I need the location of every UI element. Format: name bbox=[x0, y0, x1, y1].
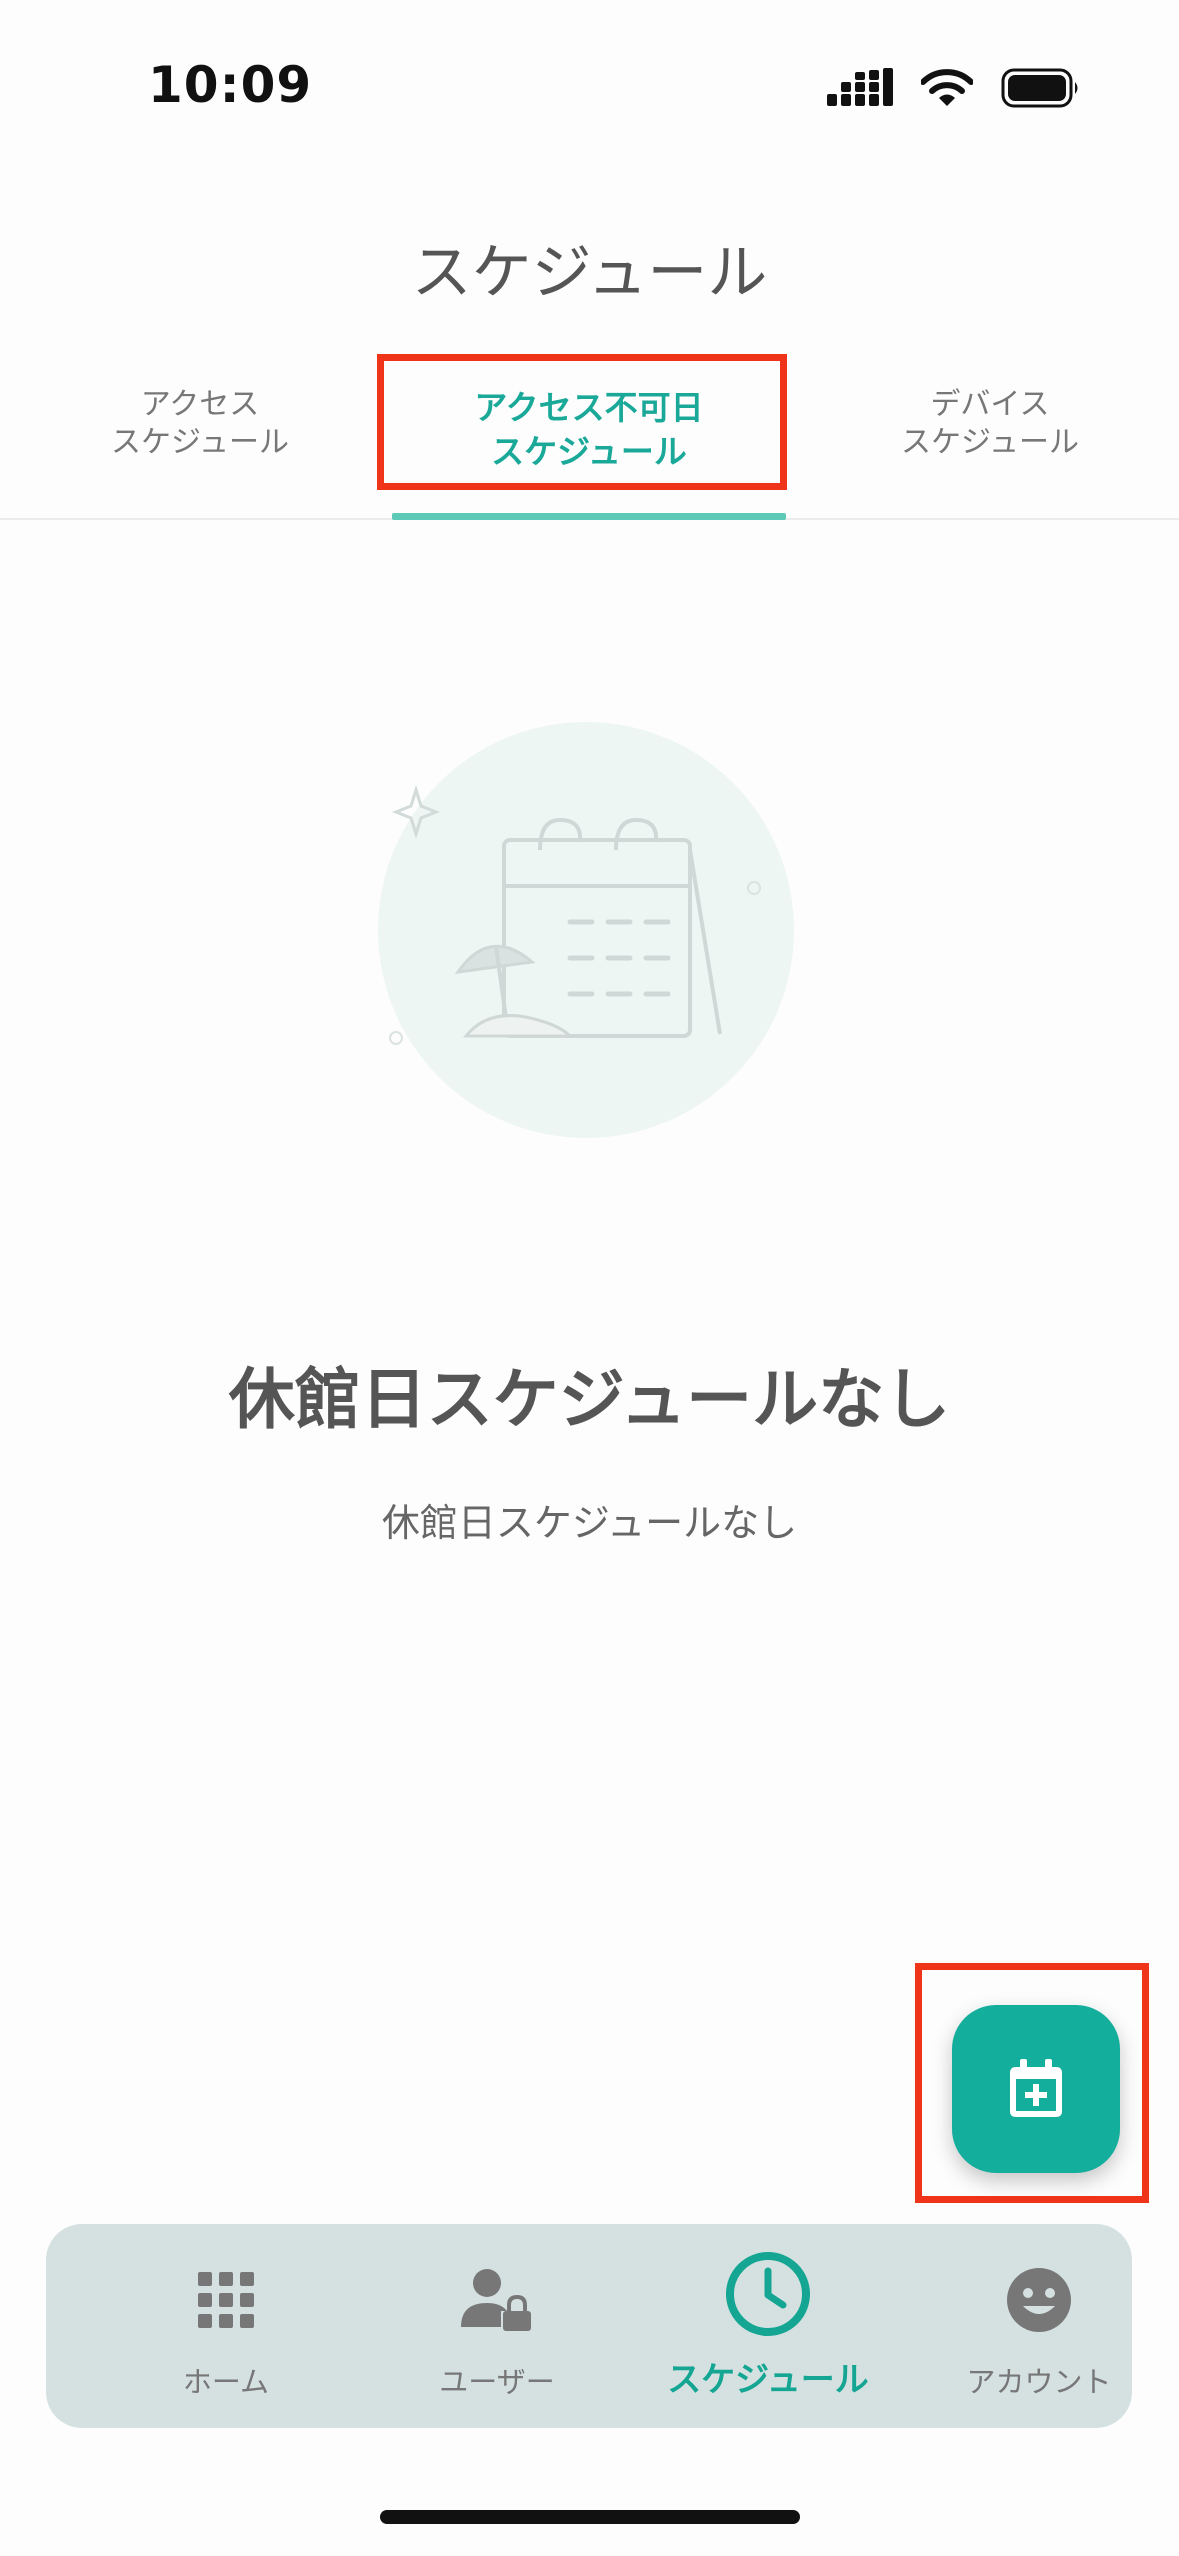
tab-label-line2: スケジュール bbox=[901, 425, 1079, 460]
nav-label-users: ユーザー bbox=[439, 2365, 555, 2399]
nav-label-account: アカウント bbox=[966, 2365, 1112, 2399]
tab-label-line2: スケジュール bbox=[111, 425, 289, 460]
nav-item-account[interactable]: アカウント bbox=[904, 2224, 1174, 2428]
nav-label-schedule: スケジュール bbox=[667, 2360, 869, 2400]
add-schedule-fab[interactable] bbox=[952, 2005, 1120, 2173]
clock-icon bbox=[726, 2252, 810, 2336]
nav-item-home[interactable]: ホーム bbox=[91, 2224, 361, 2428]
active-tab-indicator bbox=[392, 513, 786, 520]
smiley-icon bbox=[1007, 2268, 1071, 2332]
empty-calendar-illustration bbox=[378, 722, 794, 1138]
tab-label-line2: スケジュール bbox=[491, 432, 687, 471]
tab-device-schedule[interactable]: デバイス スケジュール bbox=[860, 386, 1120, 462]
screen: 10:09 スケジュール アクセス スケジュール アクセス不可日 スケジュール … bbox=[0, 0, 1179, 2556]
tab-access-schedule[interactable]: アクセス スケジュール bbox=[70, 386, 330, 462]
home-indicator bbox=[380, 2510, 800, 2524]
battery-icon bbox=[1001, 68, 1078, 108]
nav-item-users[interactable]: ユーザー bbox=[362, 2224, 632, 2428]
tab-closed-day-schedule[interactable]: アクセス不可日 スケジュール bbox=[392, 386, 786, 474]
tab-label-line1: アクセス bbox=[140, 387, 260, 422]
nav-label-home: ホーム bbox=[182, 2365, 270, 2399]
schedule-tabs: アクセス スケジュール アクセス不可日 スケジュール デバイス スケジュール bbox=[0, 350, 1179, 520]
status-time: 10:09 bbox=[148, 56, 313, 114]
empty-state-subtitle: 休館日スケジュールなし bbox=[381, 1501, 798, 1545]
tab-label-line1: アクセス不可日 bbox=[474, 388, 704, 427]
grid-icon bbox=[198, 2272, 254, 2328]
nav-item-schedule[interactable]: スケジュール bbox=[633, 2224, 903, 2428]
calendar-add-icon bbox=[1010, 2059, 1062, 2117]
user-lock-icon bbox=[461, 2269, 531, 2331]
empty-state-title: 休館日スケジュールなし bbox=[228, 1361, 951, 1438]
cellular-signal-icon bbox=[827, 68, 893, 106]
status-icons bbox=[827, 66, 1081, 110]
wifi-icon bbox=[921, 69, 973, 106]
bottom-nav: ホーム ユーザー スケジュール アカウント bbox=[46, 2224, 1132, 2428]
status-bar: 10:09 bbox=[0, 0, 1179, 170]
tab-label-line1: デバイス bbox=[930, 387, 1050, 422]
page-title: スケジュール bbox=[411, 238, 768, 308]
